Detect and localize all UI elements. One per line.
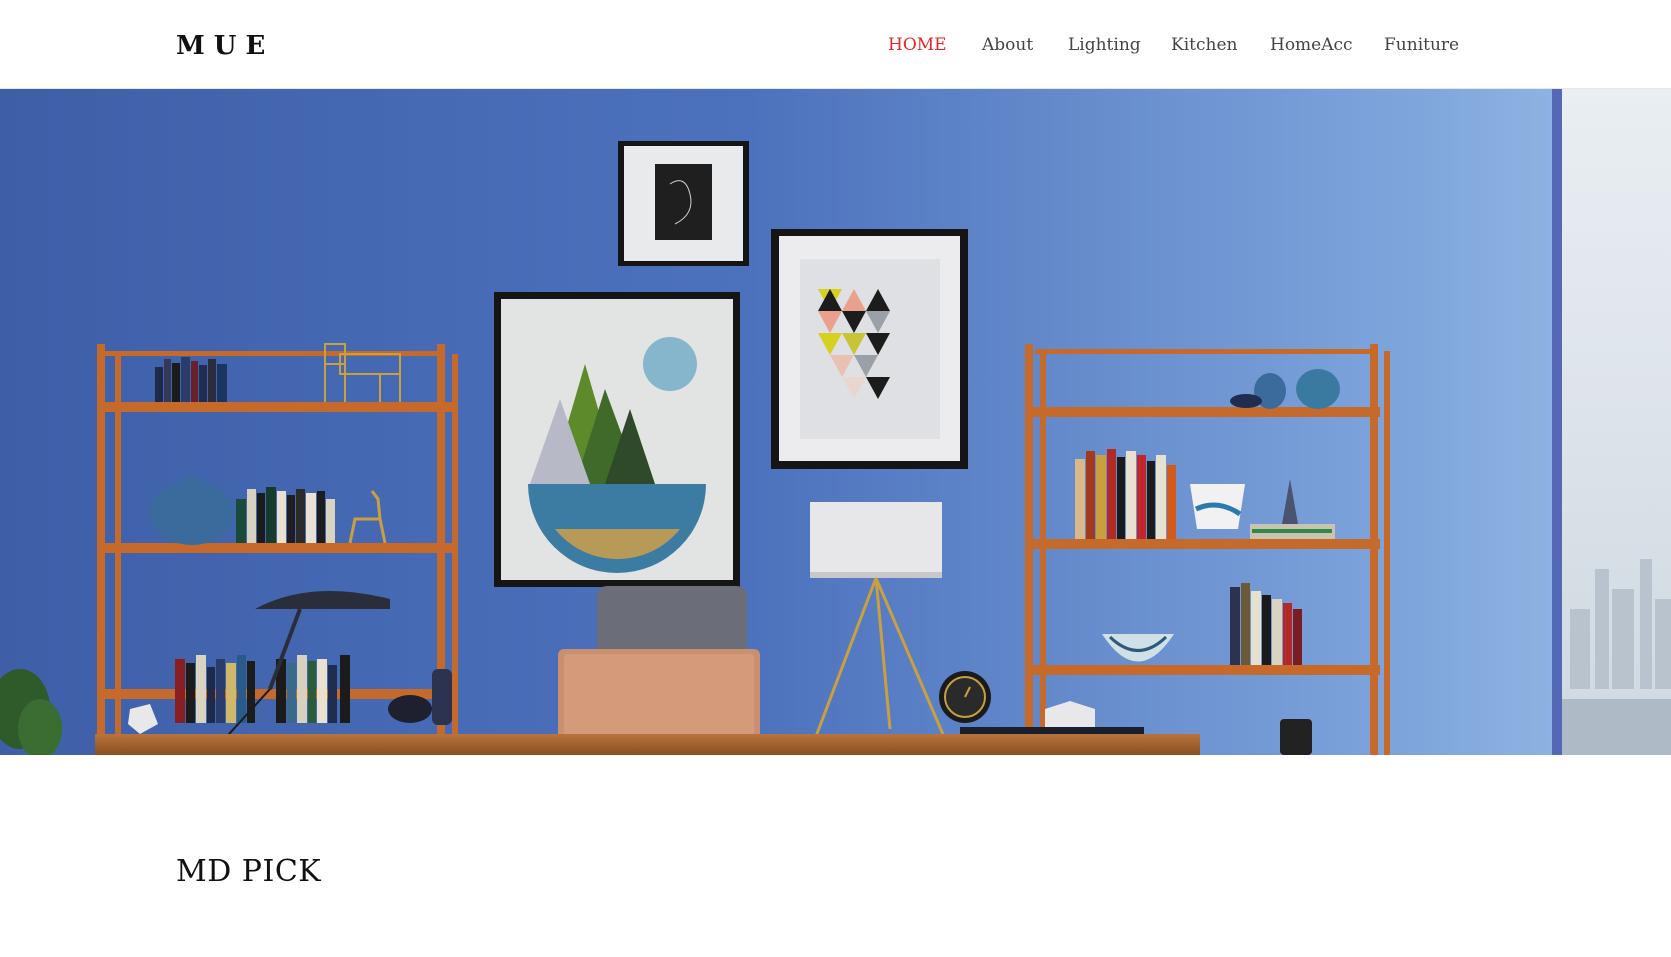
hero-banner-image <box>0 89 1671 755</box>
nav-item-kitchen[interactable]: Kitchen <box>1171 33 1237 57</box>
site-header: MUE HOME About Lighting Kitchen HomeAcc … <box>0 0 1671 89</box>
section-title-md-pick: MD PICK <box>176 854 322 889</box>
nav-item-lighting[interactable]: Lighting <box>1068 33 1141 57</box>
nav-item-home[interactable]: HOME <box>888 33 947 57</box>
nav-item-homeacc[interactable]: HomeAcc <box>1270 33 1353 57</box>
main-nav: HOME About Lighting Kitchen HomeAcc Funi… <box>0 33 1671 61</box>
nav-item-funiture[interactable]: Funiture <box>1384 33 1459 57</box>
nav-item-about[interactable]: About <box>982 33 1033 57</box>
